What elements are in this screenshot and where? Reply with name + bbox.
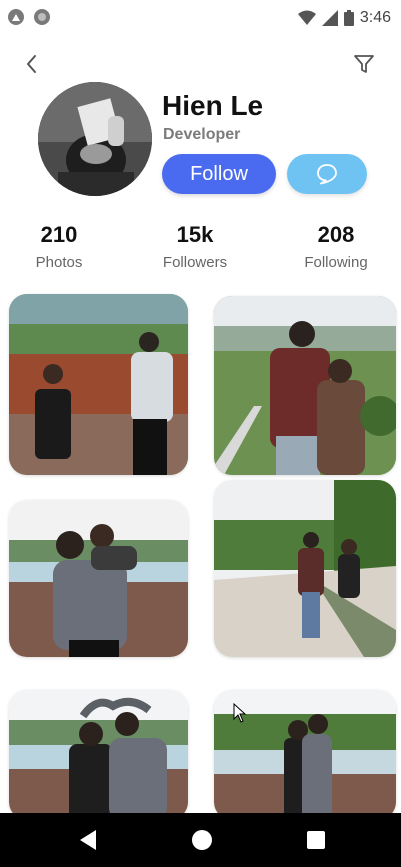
stat-photos[interactable]: 210 Photos (4, 222, 114, 271)
follow-button[interactable]: Follow (162, 154, 276, 194)
photo-tile[interactable] (9, 500, 188, 657)
chat-bubble-icon (317, 164, 337, 185)
chevron-left-icon (27, 55, 36, 73)
message-button[interactable] (287, 154, 367, 194)
nav-back-icon[interactable] (80, 830, 96, 850)
stat-followers[interactable]: 15k Followers (140, 222, 250, 271)
stat-label: Followers (162, 254, 228, 271)
status-left-icons (8, 9, 50, 25)
status-right-icons: 3:46 (297, 9, 391, 27)
filter-icon (354, 55, 374, 73)
photo-tile[interactable] (9, 294, 188, 475)
stat-value: 208 (317, 222, 355, 247)
stat-value: 15k (176, 222, 214, 247)
wifi-icon (297, 10, 316, 25)
back-button[interactable] (20, 52, 44, 76)
signal-icon (321, 10, 338, 26)
mouse-cursor-icon (233, 703, 247, 723)
stat-value: 210 (40, 222, 78, 247)
android-navigation-bar (0, 813, 401, 867)
stat-following[interactable]: 208 Following (281, 222, 391, 271)
avatar (38, 82, 152, 196)
circle-app-icon (34, 9, 50, 25)
status-bar: 3:46 (0, 0, 401, 36)
status-time: 3:46 (359, 9, 391, 26)
nav-recent-apps-icon[interactable] (307, 831, 325, 849)
photo-tile[interactable] (214, 296, 396, 475)
photo-tile[interactable] (214, 480, 396, 657)
profile-role: Developer (163, 126, 241, 143)
nav-home-icon[interactable] (192, 830, 212, 850)
profile-name: Hien Le (162, 90, 264, 121)
stat-label: Following (304, 254, 368, 271)
battery-icon (343, 10, 354, 26)
android-a-icon (8, 9, 24, 25)
photo-tile[interactable] (9, 690, 188, 820)
filter-button[interactable] (352, 52, 376, 76)
stat-label: Photos (35, 254, 83, 271)
